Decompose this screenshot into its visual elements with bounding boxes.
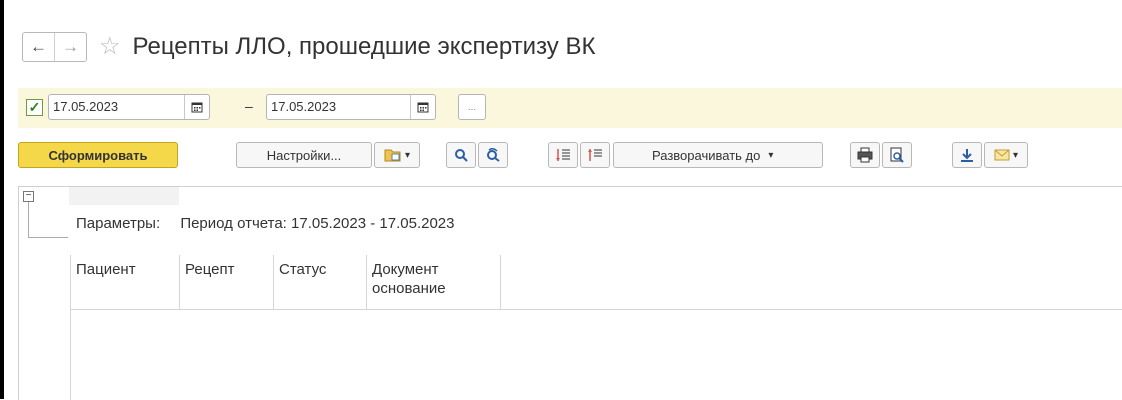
select-period-button[interactable]: ... (458, 94, 486, 120)
send-email-dropdown[interactable]: ▾ (984, 142, 1028, 168)
nav-button-group: ← → (22, 32, 87, 62)
grid-line (70, 255, 71, 400)
download-icon (959, 147, 975, 163)
printer-icon (857, 147, 873, 163)
date-from-field[interactable]: 17.05.2023 (48, 94, 210, 120)
date-to-field[interactable]: 17.05.2023 (266, 94, 436, 120)
period-checkbox[interactable]: ✓ (26, 99, 43, 116)
header-bottom-line (70, 309, 1122, 310)
column-header-label: Рецепт (185, 261, 235, 278)
search-refresh-icon (486, 148, 500, 162)
column-separator (500, 255, 501, 309)
tree-line (28, 237, 68, 238)
chevron-down-icon: ▾ (1012, 149, 1019, 161)
calendar-icon[interactable] (184, 95, 209, 119)
arrow-left-icon: ← (30, 37, 47, 56)
print-preview-button[interactable] (882, 142, 912, 168)
favorite-star-icon[interactable]: ☆ (99, 35, 121, 59)
calendar-icon[interactable] (410, 95, 435, 119)
chevron-down-icon: ▾ (768, 149, 774, 161)
date-range-dash: – (245, 98, 253, 114)
column-separator (179, 255, 180, 309)
expand-to-dropdown[interactable]: Разворачивать до ▾ (613, 142, 823, 168)
date-to-value: 17.05.2023 (271, 99, 337, 114)
column-header-patient: Пациент (76, 260, 136, 279)
find-next-button[interactable] (478, 142, 508, 168)
column-header-base-document: Документ основание (372, 260, 446, 298)
title-bar: ← → ☆ Рецепты ЛЛО, прошедшие экспертизу … (22, 24, 595, 70)
folder-report-icon (384, 147, 402, 163)
column-header-label: основание (372, 280, 446, 297)
print-button[interactable] (850, 142, 880, 168)
column-separator (273, 255, 274, 309)
expand-to-label: Разворачивать до (652, 147, 761, 163)
search-icon (454, 148, 468, 162)
window-left-border (0, 0, 4, 399)
period-filter-bar: ✓ 17.05.2023 – 17.05.2023 ... (18, 88, 1122, 128)
column-header-status: Статус (279, 260, 326, 279)
page-title: Рецепты ЛЛО, прошедшие экспертизу ВК (132, 33, 596, 60)
forward-button[interactable]: → (54, 33, 86, 61)
variants-dropdown[interactable]: ▾ (374, 142, 420, 168)
column-header-label: Статус (279, 261, 327, 278)
expand-all-button[interactable] (548, 142, 578, 168)
tree-line (28, 202, 29, 237)
collapse-all-button[interactable] (580, 142, 610, 168)
collapse-group-icon[interactable]: − (23, 191, 34, 202)
settings-button[interactable]: Настройки... (236, 142, 372, 168)
find-button[interactable] (446, 142, 476, 168)
expand-rows-icon (555, 147, 571, 163)
column-header-label: Пациент (76, 261, 136, 278)
collapse-rows-icon (587, 147, 603, 163)
header-blank-cell (69, 187, 179, 205)
period-text: Период отчета: 17.05.2023 - 17.05.2023 (180, 215, 455, 232)
arrow-right-icon: → (62, 37, 79, 56)
print-preview-icon (889, 147, 905, 163)
column-separator (366, 255, 367, 309)
chevron-down-icon: ▾ (404, 149, 411, 161)
report-parameters: Параметры: Период отчета: 17.05.2023 - 1… (76, 215, 455, 232)
params-label: Параметры: (76, 215, 161, 232)
generate-button[interactable]: Сформировать (18, 142, 178, 168)
column-header-recipe: Рецепт (185, 260, 234, 279)
back-button[interactable]: ← (23, 33, 54, 61)
report-area: − Параметры: Период отчета: 17.05.2023 -… (18, 186, 1122, 400)
save-button[interactable] (952, 142, 982, 168)
column-header-label: Документ (372, 261, 439, 278)
envelope-icon (994, 149, 1010, 161)
date-from-value: 17.05.2023 (53, 99, 119, 114)
